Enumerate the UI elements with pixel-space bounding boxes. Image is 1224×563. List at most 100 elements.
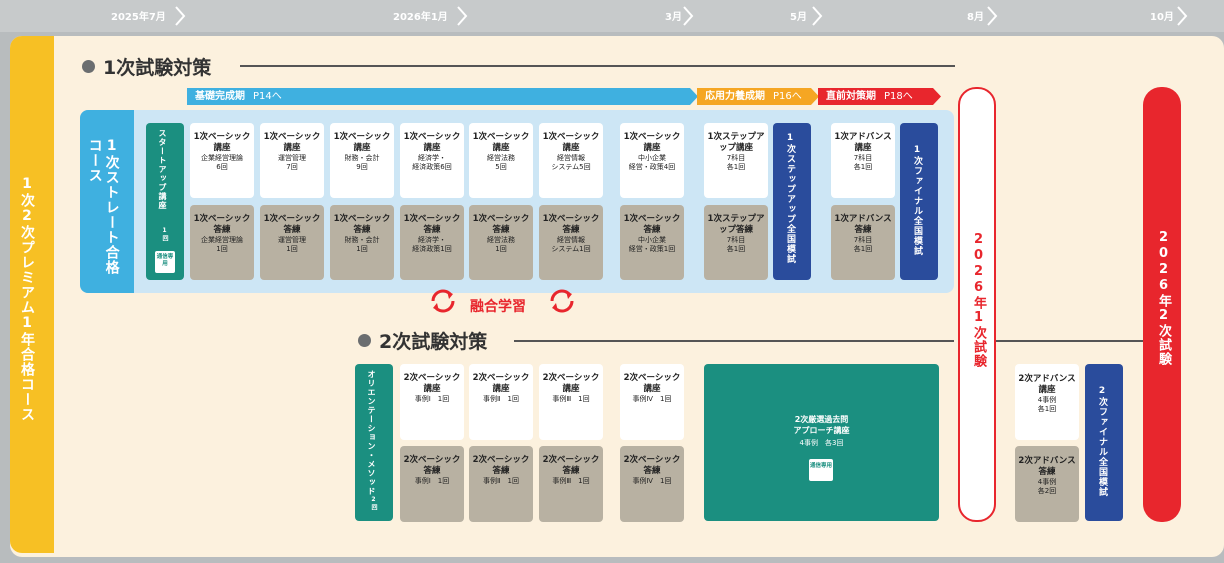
drill-card: 1次ベーシック答練 財務・会計 1回: [330, 205, 394, 280]
card-count: 9回: [356, 163, 368, 172]
card-title: 1次アドバンス答練: [834, 214, 892, 236]
drill-card: 1次ステップアップ答練 7科目 各1回: [704, 205, 768, 280]
chevron-right-icon: [457, 6, 468, 26]
timeline-tick: 10月: [1150, 12, 1174, 23]
card-count: 7回: [286, 163, 298, 172]
card-title: 1次ベーシック講座: [623, 132, 681, 154]
card-title: 1次ベーシック講座: [542, 132, 600, 154]
card-sub: 事例Ⅰ 1回: [414, 477, 450, 486]
course-card: 2次ベーシック講座 事例Ⅲ 1回: [539, 364, 603, 440]
drill-card: 1次ベーシック答練 企業経営理論 1回: [190, 205, 254, 280]
phase-label: 応用力養成期: [705, 91, 765, 102]
cycle-arrows-icon: [550, 289, 574, 313]
course-card: 1次ベーシック講座 企業経営理論 6回: [190, 123, 254, 198]
card-count: 各1回: [726, 245, 746, 254]
startup-count: 1回: [161, 227, 168, 242]
drill-card: 2次ベーシック答練 事例Ⅰ 1回: [400, 446, 464, 522]
startup-badge: 通信専用: [155, 251, 175, 273]
card-sub: 4事例: [1037, 478, 1057, 487]
drill-card: 2次ベーシック答練 事例Ⅳ 1回: [620, 446, 684, 522]
drill-card: 1次アドバンス答練 7科目 各1回: [831, 205, 895, 280]
drill-card: 1次ベーシック答練 中小企業 経営・政策1回: [620, 205, 684, 280]
card-title: 1次ベーシック答練: [263, 214, 321, 236]
card-title: 2次ベーシック講座: [472, 373, 530, 395]
phase-page: P16へ: [773, 91, 802, 102]
card-sub: 経済学・: [418, 154, 446, 163]
card-count: 経済政策6回: [412, 163, 452, 172]
card-title: 2次アドバンス講座: [1018, 374, 1076, 396]
course-title: 1次2次プレミアム1年合格コース: [19, 176, 35, 422]
card-sub: 4事例: [1037, 396, 1057, 405]
card-title: 1次ベーシック答練: [623, 214, 681, 236]
card-sub: 財務・会計: [344, 236, 380, 245]
card-count: 各1回: [853, 245, 873, 254]
phase-label: 基礎完成期: [195, 91, 245, 102]
card-sub: 経営法務: [487, 154, 515, 163]
chevron-right-icon: [987, 6, 998, 26]
card-sub: 財務・会計: [344, 154, 380, 163]
card-sub: 企業経営理論: [201, 154, 243, 163]
exam2-marker: 2026年2次試験: [1143, 87, 1181, 522]
card-title: 2次ベーシック講座: [623, 373, 681, 395]
card-count: 経営・政策4回: [628, 163, 676, 172]
card-title: 1次ベーシック答練: [193, 214, 251, 236]
chevron-right-icon: [812, 6, 823, 26]
exam1-marker: 2026年1次試験: [958, 87, 996, 522]
card-title: 1次ベーシック講座: [403, 132, 461, 154]
drill-card: 1次ベーシック答練 運営管理 1回: [260, 205, 324, 280]
card-sub: 企業経営理論: [201, 236, 243, 245]
card-title: 1次ベーシック答練: [403, 214, 461, 236]
straight-course-title: 1次ストレート合格コース: [86, 138, 120, 275]
card-sub: 中小企業: [638, 154, 666, 163]
chevron-right-icon: [1177, 6, 1188, 26]
course-card: 1次アドバンス講座 7科目 各1回: [831, 123, 895, 198]
card-sub: 事例Ⅳ 1回: [632, 395, 672, 404]
section-divider: [995, 340, 1143, 342]
cycle-arrows-icon: [431, 289, 455, 313]
section-title-1: 1次試験対策: [103, 57, 212, 79]
kakomon-sub: 4事例 各3回: [799, 439, 844, 447]
card-title: 1次アドバンス講座: [834, 132, 892, 154]
timeline-tick: 3月: [665, 12, 682, 23]
card-count: 1回: [356, 245, 368, 254]
card-title: 2次ベーシック講座: [542, 373, 600, 395]
card-count: 各1回: [1037, 405, 1057, 414]
card-title: 2次ベーシック答練: [403, 455, 461, 477]
phase-page: P14へ: [253, 91, 282, 102]
phase-label: 直前対策期: [826, 91, 876, 102]
card-title: 1次ベーシック講座: [472, 132, 530, 154]
card-sub: 運営管理: [278, 154, 306, 163]
section-title-2: 2次試験対策: [379, 331, 488, 353]
course-card: 1次ステップアップ講座 7科目 各1回: [704, 123, 768, 198]
fusion-label: 融合学習: [470, 299, 526, 315]
card-title: 1次ベーシック答練: [542, 214, 600, 236]
card-title: 2次アドバンス答練: [1018, 456, 1076, 478]
kakomon-badge: 通信専用: [809, 459, 833, 481]
advance2-course: 2次アドバンス講座 4事例 各1回: [1015, 364, 1079, 440]
card-title: 2次ベーシック答練: [472, 455, 530, 477]
card-sub: 7科目: [853, 236, 873, 245]
phase-applied: 応用力養成期 P16へ: [697, 88, 811, 105]
phase-page: P18へ: [884, 91, 913, 102]
card-sub: 事例Ⅲ 1回: [552, 395, 590, 404]
course-card: 1次ベーシック講座 財務・会計 9回: [330, 123, 394, 198]
phase-arrow-icon: [933, 88, 941, 105]
card-sub: 事例Ⅱ 1回: [483, 477, 519, 486]
card-title: 1次ステップアップ答練: [707, 214, 765, 236]
section-bullet-icon: [82, 60, 95, 73]
course-card: 1次ベーシック講座 運営管理 7回: [260, 123, 324, 198]
straight-course-label: 1次ストレート合格コース: [80, 110, 134, 293]
orientation-course: オリエンテーション・メソッド 2回: [355, 364, 393, 521]
chevron-right-icon: [683, 6, 694, 26]
startup-course: スタートアップ講座 1回 通信専用: [146, 123, 184, 280]
phase-basic: 基礎完成期 P14へ: [187, 88, 690, 105]
course-card: 2次ベーシック講座 事例Ⅳ 1回: [620, 364, 684, 440]
card-sub: 7科目: [726, 236, 746, 245]
card-title: 2次ベーシック講座: [403, 373, 461, 395]
final-mock1-title: 1次ファイナル全国模試: [912, 145, 922, 256]
final-mock2: 2次ファイナル全国模試: [1085, 364, 1123, 521]
timeline-tick: 2025年7月: [111, 12, 166, 23]
card-count: 各1回: [726, 163, 746, 172]
card-count: 経営・政策1回: [628, 245, 676, 254]
exam1-label: 2026年1次試験: [971, 232, 986, 368]
